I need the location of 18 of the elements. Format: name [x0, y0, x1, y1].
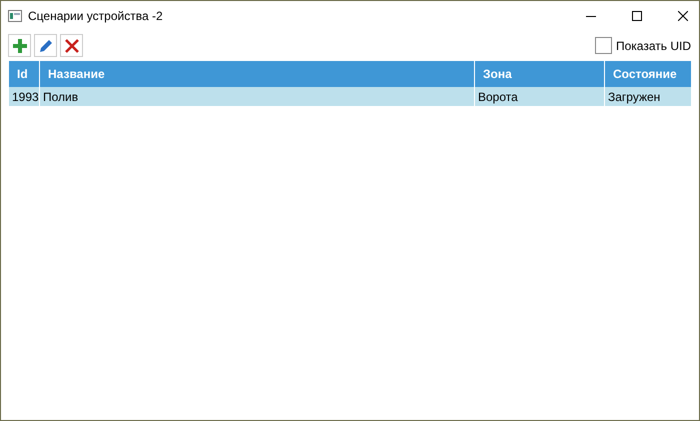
checkbox-label: Показать UID: [616, 38, 691, 52]
cross-icon: [64, 38, 78, 52]
add-button[interactable]: [8, 34, 31, 57]
table-cell: Полив: [40, 87, 475, 106]
pencil-icon: [38, 38, 52, 52]
table-cell: 1993: [9, 87, 40, 106]
close-icon[interactable]: [678, 10, 688, 20]
column-header[interactable]: Состояние: [605, 61, 691, 87]
table-row[interactable]: 1993 Полив Ворота Загружен: [9, 87, 691, 106]
edit-button[interactable]: [34, 34, 57, 57]
window-title: Сценарии устройства -2: [28, 8, 163, 22]
table-cell: Ворота: [475, 87, 605, 106]
window-icon: [8, 10, 22, 22]
plus-icon: [12, 38, 26, 52]
table-cell-text: Загружен: [607, 88, 662, 106]
maximize-icon[interactable]: [632, 10, 642, 20]
checkbox[interactable]: [594, 37, 612, 54]
delete-button[interactable]: [60, 34, 83, 57]
